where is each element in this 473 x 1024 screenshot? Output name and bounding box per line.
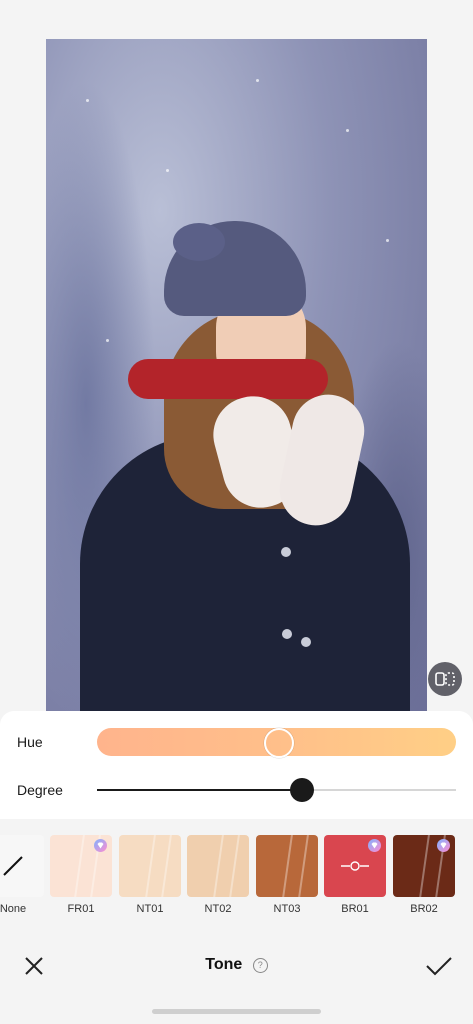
tone-preset-strip[interactable]: None FR01 NT01 NT02 NT03 BR01 BR02 [0,835,473,920]
degree-slider-thumb[interactable] [289,778,314,802]
hue-label: Hue [17,734,43,750]
page-title: Tone [205,956,243,973]
preset-label: None [0,903,27,915]
snowflake [256,79,259,82]
vip-badge-icon [437,839,450,852]
snowflake [386,239,389,242]
preset-label: NT01 [136,903,164,915]
compare-button[interactable] [428,662,462,696]
compare-icon [435,672,455,686]
preset-swatch [119,835,181,897]
coat-button [282,629,292,639]
home-indicator [152,1009,321,1014]
preset-swatch [256,835,318,897]
toolbar-title-group: Tone ? [0,956,473,974]
preset-label: NT02 [204,903,232,915]
vip-badge-icon [368,839,381,852]
preset-swatch [0,835,44,897]
preset-br01[interactable]: BR01 [324,835,386,915]
snowflake [166,169,169,172]
snowflake [86,99,89,102]
preset-nt02[interactable]: NT02 [187,835,249,915]
help-icon[interactable]: ? [252,957,268,973]
preset-swatch [50,835,112,897]
tone-editor-screen: Hue Degree None FR01 NT01 NT02 NT03 BR01… [0,0,473,1024]
confirm-button[interactable] [423,952,455,980]
preset-swatch [187,835,249,897]
preset-label: FR01 [67,903,95,915]
vip-badge-icon [94,839,107,852]
degree-slider-fill [97,789,302,791]
snowflake [106,339,109,342]
preset-fr01[interactable]: FR01 [50,835,112,915]
preset-nt01[interactable]: NT01 [119,835,181,915]
coat-button [281,547,291,557]
selected-adjust-icon[interactable] [337,860,373,872]
preset-label: BR02 [410,903,438,915]
hue-slider-thumb[interactable] [263,728,294,758]
preset-swatch [393,835,455,897]
photo-preview [46,39,427,725]
subject-scarf [128,359,328,399]
none-slash-icon [3,856,23,876]
preset-swatch [324,835,386,897]
preset-br02[interactable]: BR02 [393,835,455,915]
preset-label: BR01 [341,903,369,915]
snowflake [346,129,349,132]
subject-hat-top [173,223,225,261]
degree-label: Degree [17,782,63,798]
checkmark-icon [426,957,452,976]
coat-button [301,637,311,647]
preset-nt03[interactable]: NT03 [256,835,318,915]
preset-label: NT03 [273,903,301,915]
preset-none[interactable]: None [0,835,44,915]
